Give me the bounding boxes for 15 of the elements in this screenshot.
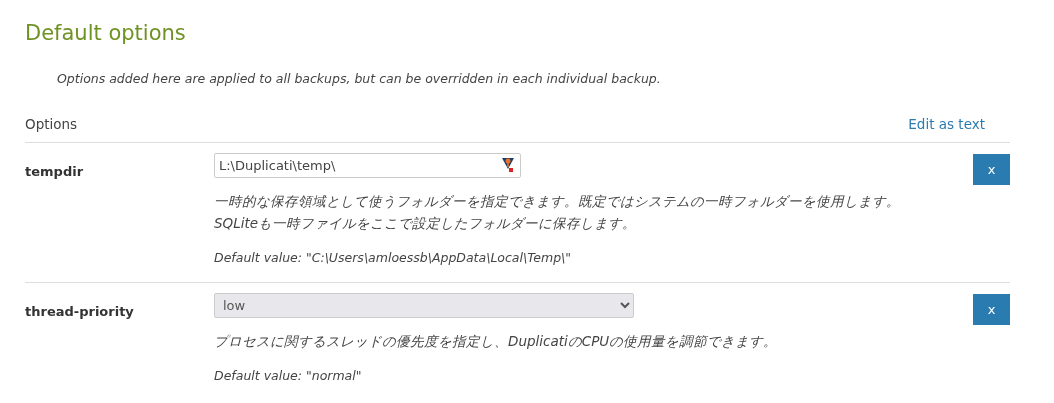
option-name: tempdir bbox=[25, 163, 85, 182]
edit-as-text-link[interactable]: Edit as text bbox=[908, 113, 985, 135]
text-field[interactable]: L:\Duplicati\temp\ bbox=[214, 153, 521, 179]
remove-button[interactable]: x bbox=[973, 154, 1010, 186]
option-description: 一時的な保存領域として使うフォルダーを指定できます。既定ではシステムの一時フォルダーを使用します。 SQLiteも一時ファイルをここで設定したフォルダーに保存します。 bbox=[214, 192, 901, 234]
shield-icon[interactable] bbox=[501, 157, 515, 174]
default-value-text: Default value: "C:\Users\amloessb\AppData\Local\Temp\" bbox=[214, 249, 573, 268]
remove-button[interactable]: x bbox=[973, 293, 1010, 325]
dropdown[interactable]: low bbox=[214, 292, 634, 318]
option-description: プロセスに関するスレッドの優先度を指定し、DuplicatiのCPUの使用量を調節できます。 bbox=[214, 331, 779, 351]
page-title: Default options bbox=[25, 21, 187, 47]
option-name: thread-priority bbox=[25, 302, 135, 321]
options-heading: Options bbox=[25, 114, 78, 134]
intro-text: Options added here are applied to all backups, but can be overridden in each individual backup. bbox=[57, 70, 662, 89]
default-value-text: Default value: "normal" bbox=[214, 366, 363, 385]
